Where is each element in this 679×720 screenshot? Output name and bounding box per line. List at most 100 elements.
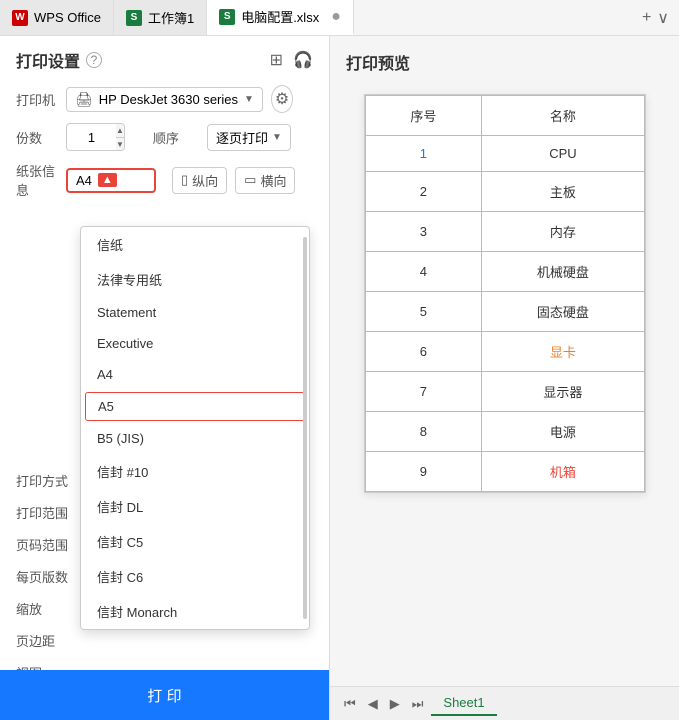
more-tabs-button[interactable]: ∨: [657, 8, 669, 28]
sheet-bar: ⏮ ◀ ▶ ⏭ Sheet1: [330, 686, 679, 720]
print-settings-panel: 打印设置 ? ⊞ 🎧 打印机 🖨 HP DeskJet 3630 series …: [0, 36, 330, 720]
dropdown-scrollbar[interactable]: [303, 237, 307, 619]
table-row: 9机箱: [365, 452, 644, 492]
cell-num: 5: [365, 292, 482, 332]
titlebar: W WPS Office S 工作簿1 S 电脑配置.xlsx ● + ∨: [0, 0, 679, 36]
main-layout: 打印设置 ? ⊞ 🎧 打印机 🖨 HP DeskJet 3630 series …: [0, 36, 679, 720]
preview-table: 序号 名称 1CPU2主板3内存4机械硬盘5固态硬盘6显卡7显示器8电源9机箱: [365, 95, 645, 492]
grid-view-icon[interactable]: ⊞: [270, 50, 283, 70]
tab-workbook1[interactable]: S 工作簿1: [114, 0, 207, 35]
cell-name: 显卡: [482, 332, 644, 372]
table-row: 3内存: [365, 212, 644, 252]
copies-control: ▲ ▼ 顺序 逐页打印 ▼: [66, 123, 313, 151]
dropdown-item-envc6[interactable]: 信封 C6: [81, 559, 309, 594]
sheet1-tab[interactable]: Sheet1: [431, 691, 496, 716]
dropdown-item-envmonarch[interactable]: 信封 Monarch: [81, 594, 309, 629]
table-row: 4机械硬盘: [365, 252, 644, 292]
tab-wps-label: WPS Office: [34, 10, 101, 25]
table-header-row: 序号 名称: [365, 96, 644, 136]
tab-pc-config-label: 电脑配置.xlsx: [241, 7, 319, 26]
cell-name: CPU: [482, 136, 644, 172]
panel-header-icons: ⊞ 🎧: [270, 50, 313, 70]
panel-title: 打印设置: [16, 48, 80, 72]
table-row: 6显卡: [365, 332, 644, 372]
last-sheet-button[interactable]: ⏭: [408, 694, 428, 714]
table-row: 5固态硬盘: [365, 292, 644, 332]
copies-row: 份数 ▲ ▼ 顺序 逐页打印 ▼: [0, 118, 329, 156]
cell-num: 8: [365, 412, 482, 452]
dropdown-item-executive[interactable]: Executive: [81, 328, 309, 359]
prev-sheet-button[interactable]: ◀: [364, 694, 382, 714]
printer-select[interactable]: 🖨 HP DeskJet 3630 series ▼: [66, 87, 263, 112]
sheet-icon-1: S: [126, 10, 142, 26]
landscape-icon: ▭: [244, 172, 256, 188]
preview-title: 打印预览: [330, 36, 679, 84]
dropdown-item-xingzhi[interactable]: 信纸: [81, 227, 309, 262]
dropdown-item-a4[interactable]: A4: [81, 359, 309, 390]
portrait-button[interactable]: ▯ 纵向: [172, 167, 227, 194]
printer-label: 打印机: [16, 90, 66, 109]
print-button-label: 打 印: [147, 685, 181, 706]
copies-wrapper: ▲ ▼: [66, 123, 125, 151]
tab-workbook1-label: 工作簿1: [148, 8, 194, 27]
printer-chevron-icon: ▼: [244, 94, 254, 105]
wps-icon: W: [12, 10, 28, 26]
cell-name: 内存: [482, 212, 644, 252]
dropdown-item-env10[interactable]: 信封 #10: [81, 454, 309, 489]
order-select[interactable]: 逐页打印 ▼: [207, 124, 291, 151]
order-chevron-icon: ▼: [272, 132, 282, 143]
cell-num: 1: [365, 136, 482, 172]
col-header-num: 序号: [365, 96, 482, 136]
help-icon[interactable]: ?: [86, 52, 102, 68]
print-button[interactable]: 打 印: [0, 670, 329, 720]
copies-up-button[interactable]: ▲: [116, 124, 124, 138]
copies-down-button[interactable]: ▼: [116, 138, 124, 151]
cell-num: 7: [365, 372, 482, 412]
preview-panel: 打印预览 序号 名称 1CPU2主板3内存4机械硬盘5固态硬盘6显卡7显示器8电…: [330, 36, 679, 720]
landscape-button[interactable]: ▭ 横向: [235, 167, 295, 194]
landscape-label: 横向: [260, 171, 286, 190]
paper-size-dropdown: 信纸 法律专用纸 Statement Executive A4 A5 B5 (J…: [80, 226, 310, 630]
portrait-icon: ▯: [181, 172, 188, 188]
cell-num: 9: [365, 452, 482, 492]
printer-settings-icon[interactable]: ⚙: [271, 85, 293, 113]
paper-value: A4: [76, 173, 92, 188]
paper-label: 纸张信息: [16, 161, 66, 199]
dropdown-item-b5[interactable]: B5 (JIS): [81, 423, 309, 454]
dropdown-item-envdl[interactable]: 信封 DL: [81, 489, 309, 524]
portrait-label: 纵向: [192, 171, 218, 190]
cell-name: 电源: [482, 412, 644, 452]
table-row: 7显示器: [365, 372, 644, 412]
panel-header: 打印设置 ? ⊞ 🎧: [0, 36, 329, 80]
paper-chevron-icon: ▲: [98, 173, 117, 187]
cell-name: 机箱: [482, 452, 644, 492]
preview-content: 序号 名称 1CPU2主板3内存4机械硬盘5固态硬盘6显卡7显示器8电源9机箱: [330, 84, 679, 686]
tab-pc-config[interactable]: S 电脑配置.xlsx ●: [207, 0, 354, 35]
preview-table-wrapper: 序号 名称 1CPU2主板3内存4机械硬盘5固态硬盘6显卡7显示器8电源9机箱: [364, 94, 646, 493]
tab-dot: ●: [331, 8, 341, 26]
headphone-icon[interactable]: 🎧: [293, 50, 313, 70]
dropdown-item-statement[interactable]: Statement: [81, 297, 309, 328]
cell-num: 2: [365, 172, 482, 212]
copies-spinner: ▲ ▼: [116, 123, 125, 151]
printer-value: HP DeskJet 3630 series: [99, 92, 238, 107]
dropdown-item-a5[interactable]: A5: [85, 392, 305, 421]
cell-num: 4: [365, 252, 482, 292]
cell-name: 主板: [482, 172, 644, 212]
dropdown-item-envc5[interactable]: 信封 C5: [81, 524, 309, 559]
copies-input[interactable]: [66, 123, 116, 151]
add-tab-button[interactable]: +: [642, 9, 651, 27]
printer-control: 🖨 HP DeskJet 3630 series ▼ ⚙: [66, 85, 313, 113]
col-header-name: 名称: [482, 96, 644, 136]
tab-wps-office[interactable]: W WPS Office: [0, 0, 114, 35]
dropdown-item-falv[interactable]: 法律专用纸: [81, 262, 309, 297]
cell-name: 显示器: [482, 372, 644, 412]
next-sheet-button[interactable]: ▶: [386, 694, 404, 714]
copies-label: 份数: [16, 128, 66, 147]
cell-name: 固态硬盘: [482, 292, 644, 332]
paper-size-select[interactable]: A4 ▲: [66, 168, 156, 193]
order-value: 逐页打印: [216, 128, 268, 147]
table-row: 2主板: [365, 172, 644, 212]
first-sheet-button[interactable]: ⏮: [340, 694, 360, 714]
cell-num: 3: [365, 212, 482, 252]
